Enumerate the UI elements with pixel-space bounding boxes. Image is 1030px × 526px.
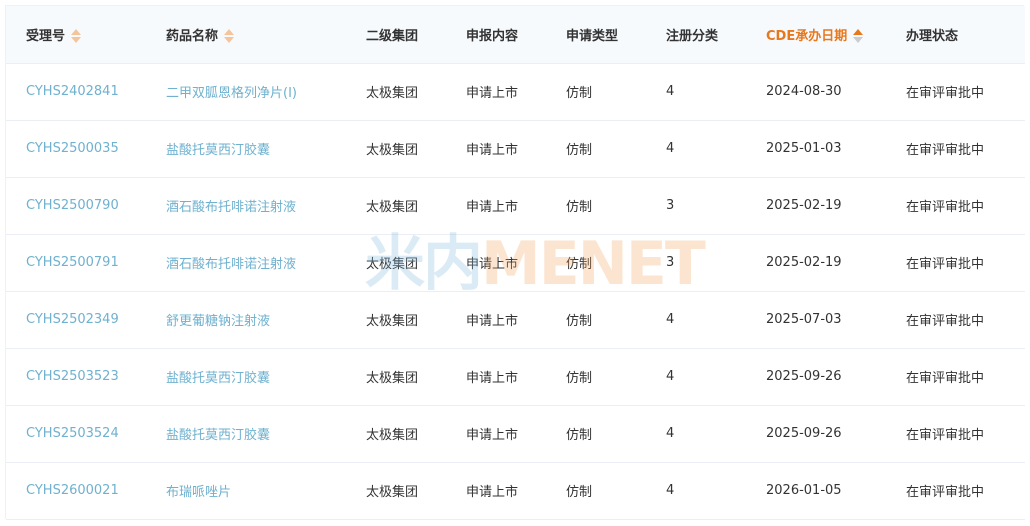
drug-name-link[interactable]: 布瑞哌唑片 <box>146 462 346 520</box>
type-cell: 仿制 <box>546 177 646 235</box>
content-cell: 申请上市 <box>446 348 546 406</box>
accept-no-link[interactable]: CYHS2503523 <box>6 348 146 406</box>
status-cell: 在审评审批中 <box>886 234 1025 292</box>
type-cell: 仿制 <box>546 291 646 349</box>
table-row: CYHS2600021 布瑞哌唑片 太极集团 申请上市 仿制 4 2026-01… <box>6 462 1025 520</box>
column-header-accept-no[interactable]: 受理号 <box>6 6 146 64</box>
column-header-label: 申请类型 <box>566 28 619 44</box>
group-cell: 太极集团 <box>346 462 446 520</box>
column-header-label: 二级集团 <box>366 28 419 44</box>
sort-caret-icon[interactable] <box>224 28 235 44</box>
table-row: CYHS2500035 盐酸托莫西汀胶囊 太极集团 申请上市 仿制 4 2025… <box>6 120 1025 178</box>
category-cell: 4 <box>646 120 746 178</box>
accept-no-link[interactable]: CYHS2500790 <box>6 177 146 235</box>
content-cell: 申请上市 <box>446 405 546 463</box>
status-cell: 在审评审批中 <box>886 177 1025 235</box>
table-header: 受理号 药品名称 二级集团 申报内容 申请类型 注册分类 CDE承办日期 办理状… <box>6 6 1025 64</box>
group-cell: 太极集团 <box>346 63 446 121</box>
status-cell: 在审评审批中 <box>886 462 1025 520</box>
group-cell: 太极集团 <box>346 120 446 178</box>
content-cell: 申请上市 <box>446 63 546 121</box>
table-row: CYHS2500790 酒石酸布托啡诺注射液 太极集团 申请上市 仿制 3 20… <box>6 177 1025 235</box>
column-header-label: 注册分类 <box>666 28 719 44</box>
category-cell: 4 <box>646 348 746 406</box>
group-cell: 太极集团 <box>346 291 446 349</box>
date-cell: 2024-08-30 <box>746 63 886 121</box>
content-cell: 申请上市 <box>446 291 546 349</box>
table-row: CYHS2502349 舒更葡糖钠注射液 太极集团 申请上市 仿制 4 2025… <box>6 291 1025 349</box>
type-cell: 仿制 <box>546 348 646 406</box>
date-cell: 2025-02-19 <box>746 234 886 292</box>
date-cell: 2026-01-05 <box>746 462 886 520</box>
date-cell: 2025-09-26 <box>746 348 886 406</box>
column-header-content: 申报内容 <box>446 6 546 64</box>
table-row: CYHS2503523 盐酸托莫西汀胶囊 太极集团 申请上市 仿制 4 2025… <box>6 348 1025 406</box>
category-cell: 4 <box>646 405 746 463</box>
column-header-label: 受理号 <box>26 28 66 44</box>
status-cell: 在审评审批中 <box>886 405 1025 463</box>
accept-no-link[interactable]: CYHS2402841 <box>6 63 146 121</box>
group-cell: 太极集团 <box>346 234 446 292</box>
column-header-drug-name[interactable]: 药品名称 <box>146 6 346 64</box>
group-cell: 太极集团 <box>346 405 446 463</box>
type-cell: 仿制 <box>546 63 646 121</box>
accept-no-link[interactable]: CYHS2502349 <box>6 291 146 349</box>
status-cell: 在审评审批中 <box>886 120 1025 178</box>
drug-name-link[interactable]: 盐酸托莫西汀胶囊 <box>146 348 346 406</box>
content-cell: 申请上市 <box>446 462 546 520</box>
results-table: 受理号 药品名称 二级集团 申报内容 申请类型 注册分类 CDE承办日期 办理状… <box>6 6 1025 520</box>
group-cell: 太极集团 <box>346 348 446 406</box>
drug-name-link[interactable]: 酒石酸布托啡诺注射液 <box>146 234 346 292</box>
table-body: CYHS2402841 二甲双胍恩格列净片(Ⅰ) 太极集团 申请上市 仿制 4 … <box>6 63 1025 520</box>
header-row: 受理号 药品名称 二级集团 申报内容 申请类型 注册分类 CDE承办日期 办理状… <box>6 6 1025 64</box>
type-cell: 仿制 <box>546 405 646 463</box>
type-cell: 仿制 <box>546 462 646 520</box>
category-cell: 4 <box>646 63 746 121</box>
accept-no-link[interactable]: CYHS2500035 <box>6 120 146 178</box>
accept-no-link[interactable]: CYHS2600021 <box>6 462 146 520</box>
column-header-cde-date[interactable]: CDE承办日期 <box>746 6 886 64</box>
results-table-container: 受理号 药品名称 二级集团 申报内容 申请类型 注册分类 CDE承办日期 办理状… <box>5 5 1025 520</box>
drug-name-link[interactable]: 舒更葡糖钠注射液 <box>146 291 346 349</box>
column-header-label: CDE承办日期 <box>766 28 848 44</box>
content-cell: 申请上市 <box>446 234 546 292</box>
status-cell: 在审评审批中 <box>886 348 1025 406</box>
drug-name-link[interactable]: 酒石酸布托啡诺注射液 <box>146 177 346 235</box>
date-cell: 2025-02-19 <box>746 177 886 235</box>
category-cell: 4 <box>646 291 746 349</box>
status-cell: 在审评审批中 <box>886 291 1025 349</box>
table-row: CYHS2500791 酒石酸布托啡诺注射液 太极集团 申请上市 仿制 3 20… <box>6 234 1025 292</box>
sort-caret-icon[interactable] <box>71 28 82 44</box>
date-cell: 2025-01-03 <box>746 120 886 178</box>
category-cell: 3 <box>646 177 746 235</box>
type-cell: 仿制 <box>546 120 646 178</box>
column-header-group: 二级集团 <box>346 6 446 64</box>
column-header-type: 申请类型 <box>546 6 646 64</box>
drug-name-link[interactable]: 盐酸托莫西汀胶囊 <box>146 120 346 178</box>
column-header-label: 办理状态 <box>906 28 959 44</box>
date-cell: 2025-09-26 <box>746 405 886 463</box>
column-header-label: 药品名称 <box>166 28 219 44</box>
date-cell: 2025-07-03 <box>746 291 886 349</box>
drug-name-link[interactable]: 二甲双胍恩格列净片(Ⅰ) <box>146 63 346 121</box>
table-row: CYHS2503524 盐酸托莫西汀胶囊 太极集团 申请上市 仿制 4 2025… <box>6 405 1025 463</box>
table-row: CYHS2402841 二甲双胍恩格列净片(Ⅰ) 太极集团 申请上市 仿制 4 … <box>6 63 1025 121</box>
accept-no-link[interactable]: CYHS2500791 <box>6 234 146 292</box>
sort-caret-icon[interactable] <box>853 28 864 44</box>
column-header-category: 注册分类 <box>646 6 746 64</box>
column-header-label: 申报内容 <box>466 28 519 44</box>
content-cell: 申请上市 <box>446 177 546 235</box>
status-cell: 在审评审批中 <box>886 63 1025 121</box>
content-cell: 申请上市 <box>446 120 546 178</box>
group-cell: 太极集团 <box>346 177 446 235</box>
category-cell: 3 <box>646 234 746 292</box>
accept-no-link[interactable]: CYHS2503524 <box>6 405 146 463</box>
type-cell: 仿制 <box>546 234 646 292</box>
column-header-status: 办理状态 <box>886 6 1025 64</box>
drug-name-link[interactable]: 盐酸托莫西汀胶囊 <box>146 405 346 463</box>
category-cell: 4 <box>646 462 746 520</box>
